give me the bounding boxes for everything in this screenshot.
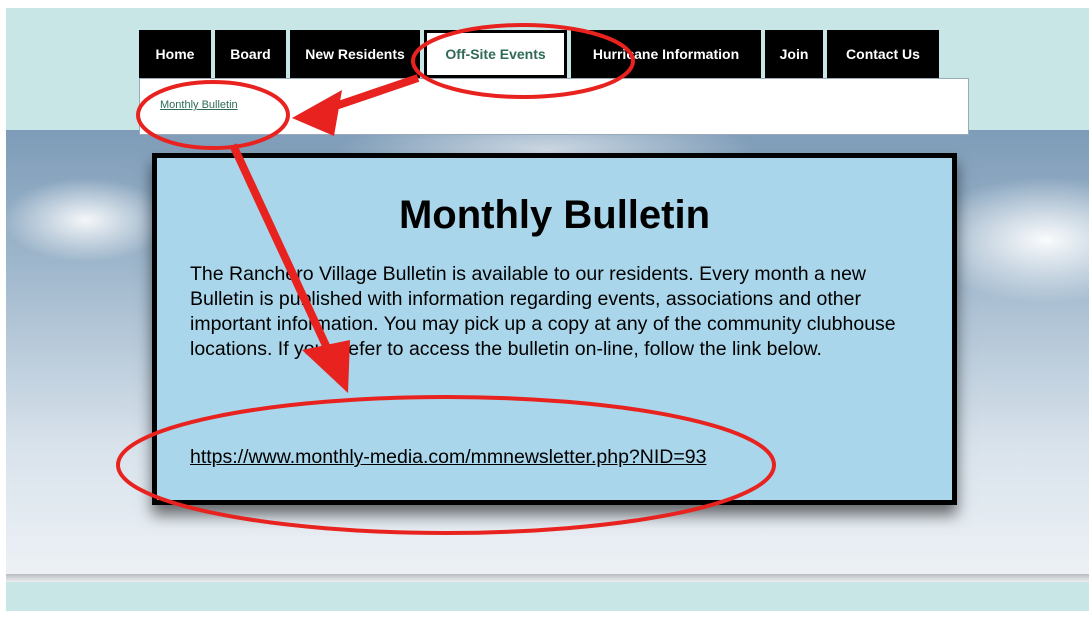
nav-item-contact-us[interactable]: Contact Us: [827, 30, 939, 78]
bulletin-description: The Ranchero Village Bulletin is availab…: [190, 263, 896, 360]
horizon-strip: [6, 574, 1089, 582]
main-nav: Home Board New Residents Off-Site Events…: [139, 30, 969, 78]
subnav-link-monthly-bulletin[interactable]: Monthly Bulletin: [160, 99, 238, 111]
nav-item-off-site-events[interactable]: Off-Site Events: [424, 30, 567, 78]
bulletin-url-link[interactable]: https://www.monthly-media.com/mmnewslett…: [190, 446, 706, 469]
subnav-panel: Monthly Bulletin: [139, 78, 969, 135]
page-title: Monthly Bulletin: [398, 193, 711, 237]
nav-item-join[interactable]: Join: [765, 30, 823, 78]
nav-item-home[interactable]: Home: [139, 30, 211, 78]
nav-item-board[interactable]: Board: [215, 30, 286, 78]
bulletin-panel: Monthly Bulletin The Ranchero Village Bu…: [152, 153, 957, 505]
page-footer-band: [6, 582, 1089, 611]
nav-item-new-residents[interactable]: New Residents: [290, 30, 420, 78]
nav-item-hurricane-information[interactable]: Hurricane Information: [571, 30, 761, 78]
